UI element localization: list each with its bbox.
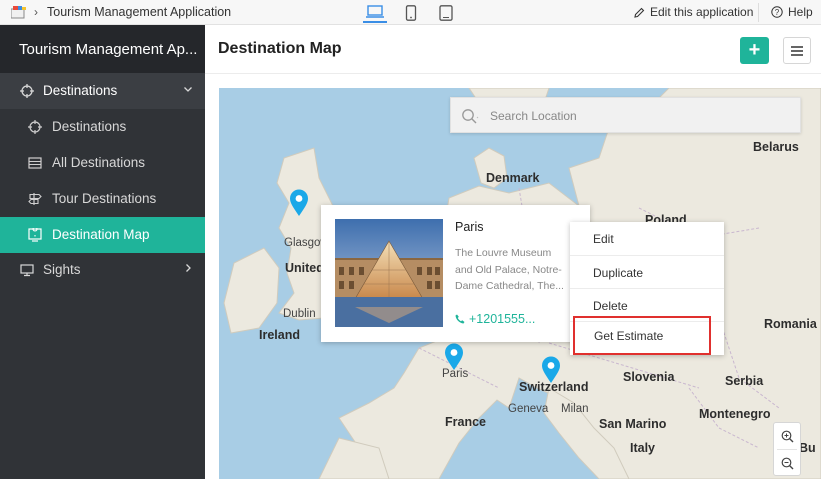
tablet-view-button[interactable]	[434, 3, 458, 23]
map-label-milan: Milan	[561, 403, 589, 415]
edit-application-button[interactable]: Edit this application	[634, 5, 753, 19]
divider	[758, 3, 759, 22]
context-menu: Edit Duplicate Delete Get Estimate	[570, 222, 724, 355]
map-pin-icon[interactable]	[289, 189, 309, 217]
map-label-ireland: Ireland	[259, 328, 300, 342]
destination-photo	[335, 219, 443, 327]
zoom-out-button[interactable]	[774, 450, 800, 476]
map-label-united: United	[285, 261, 324, 275]
map-label-italy: Italy	[630, 441, 656, 455]
map-label-denmark: Denmark	[486, 171, 540, 185]
destination-phone-label: +1201555...	[469, 312, 536, 326]
breadcrumb-separator: ›	[34, 5, 38, 19]
zoom-out-icon	[781, 457, 793, 469]
map-label-dublin: Dublin	[283, 308, 316, 320]
search-input[interactable]: Search Location	[490, 109, 577, 123]
phone-icon	[455, 314, 465, 324]
sidebar-app-title: Tourism Management Ap...	[0, 25, 205, 73]
mobile-view-button[interactable]	[399, 3, 423, 23]
map-pin-icon[interactable]	[541, 356, 561, 384]
zoom-in-button[interactable]	[774, 423, 800, 449]
louvre-photo	[335, 219, 443, 327]
map-label-geneva: Geneva	[508, 403, 549, 415]
phone-icon	[405, 5, 417, 21]
sidebar: Tourism Management Ap... Destinations De…	[0, 25, 205, 479]
sidebar-item-all-destinations[interactable]: All Destinations	[0, 145, 205, 181]
destination-description: The Louvre Museum and Old Palace, Notre-…	[455, 247, 564, 292]
search-location-box[interactable]: Search Location	[450, 97, 801, 133]
sidebar-item-label: Destinations	[43, 83, 118, 98]
app-name[interactable]: Tourism Management Application	[47, 5, 231, 19]
map-pin-icon[interactable]	[444, 343, 464, 371]
help-label: Help	[788, 5, 813, 19]
sidebar-item-label: Tour Destinations	[52, 191, 157, 206]
zoom-control	[773, 422, 801, 476]
menu-item-edit[interactable]: Edit	[570, 222, 724, 255]
map-label-serbia: Serbia	[725, 374, 764, 388]
destination-info-card[interactable]: Paris The Louvre Museum and Old Palace, …	[321, 205, 590, 342]
sidebar-item-tour-destinations[interactable]: Tour Destinations	[0, 181, 205, 217]
menu-button[interactable]	[783, 37, 811, 64]
map-label-romania: Romania	[764, 317, 817, 331]
svg-text:?: ?	[775, 8, 780, 17]
map-marker-icon	[28, 228, 42, 242]
zoom-in-icon	[781, 430, 793, 442]
chevron-down-icon	[184, 87, 192, 92]
edit-application-label: Edit this application	[650, 5, 754, 19]
crosshair-icon	[20, 84, 34, 98]
help-icon: ?	[771, 6, 783, 18]
sidebar-item-destinations[interactable]: Destinations	[0, 109, 205, 145]
header-divider	[205, 73, 821, 74]
map-label-montenegro: Montenegro	[699, 407, 771, 421]
destination-map[interactable]: Belarus Denmark Poland Glasgow United Du…	[219, 88, 821, 479]
sidebar-item-destination-map[interactable]: Destination Map	[0, 217, 205, 253]
sidebar-item-label: Destination Map	[52, 227, 150, 242]
pencil-icon	[634, 7, 645, 18]
map-label-slovenia: Slovenia	[623, 370, 675, 384]
crosshair-icon	[28, 120, 42, 134]
sidebar-item-sights[interactable]: Sights	[0, 252, 205, 288]
menu-item-get-estimate[interactable]: Get Estimate	[573, 316, 711, 355]
top-bar: › Tourism Management Application Edit th…	[0, 0, 821, 25]
map-label-france: France	[445, 415, 486, 429]
sidebar-item-label: All Destinations	[52, 155, 146, 170]
page-title: Destination Map	[218, 40, 342, 57]
sidebar-item-destinations-group[interactable]: Destinations	[0, 73, 205, 109]
sidebar-item-label: Destinations	[52, 119, 127, 134]
chevron-right-icon	[186, 264, 191, 272]
list-icon	[28, 157, 42, 169]
signpost-icon	[28, 193, 42, 205]
add-button[interactable]: +	[740, 37, 769, 64]
search-icon	[462, 109, 479, 124]
map-label-bulgaria: Bu	[799, 441, 816, 455]
map-label-san-marino: San Marino	[599, 417, 667, 431]
sidebar-item-label: Sights	[43, 262, 81, 277]
desktop-view-button[interactable]	[363, 3, 387, 23]
help-button[interactable]: ? Help	[771, 5, 813, 19]
destination-name: Paris	[455, 220, 484, 234]
tablet-icon	[439, 5, 453, 21]
app-logo-icon	[11, 6, 26, 19]
laptop-icon	[366, 5, 384, 18]
hamburger-icon	[791, 45, 803, 56]
monitor-icon	[20, 264, 34, 277]
destination-phone[interactable]: +1201555...	[455, 312, 535, 326]
menu-item-duplicate[interactable]: Duplicate	[570, 256, 724, 289]
map-label-belarus: Belarus	[753, 140, 799, 154]
